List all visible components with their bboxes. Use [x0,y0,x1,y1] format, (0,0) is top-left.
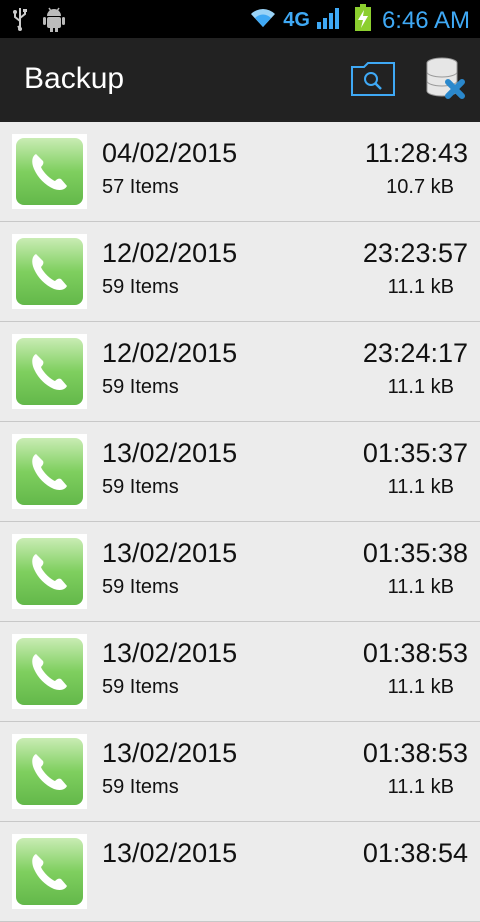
browse-folder-button[interactable] [348,56,398,106]
delete-database-icon [422,56,468,107]
backup-size: 11.1 kB [387,576,454,598]
android-debug-icon [42,6,66,37]
usb-icon [12,7,28,36]
backup-item-count: 57 Items [102,176,179,198]
phone-icon [12,834,87,909]
backup-row[interactable]: 13/02/2015 59 Items 01:35:37 11.1 kB [0,422,480,522]
backup-date: 13/02/2015 [102,438,238,468]
backup-size: 11.1 kB [387,276,454,298]
backup-time: 01:35:37 [362,438,468,468]
browse-folder-icon [350,61,396,102]
backup-size: 11.1 kB [387,476,454,498]
phone-icon [12,534,87,609]
backup-time: 01:35:38 [362,538,468,568]
phone-icon [12,134,87,209]
phone-icon [12,734,87,809]
backup-row[interactable]: 13/02/2015 59 Items 01:35:38 11.1 kB [0,522,480,622]
backup-row[interactable]: 04/02/2015 57 Items 11:28:43 10.7 kB [0,122,480,222]
backup-row[interactable]: 12/02/2015 59 Items 23:24:17 11.1 kB [0,322,480,422]
backup-item-count: 59 Items [102,376,179,398]
backup-date: 13/02/2015 [102,638,238,668]
phone-icon [12,234,87,309]
battery-charging-icon [354,4,372,37]
backup-size: 11.1 kB [387,676,454,698]
backup-time: 01:38:53 [362,638,468,668]
signal-icon [316,6,342,35]
backup-time: 23:24:17 [362,338,468,368]
backup-time: 11:28:43 [364,138,468,168]
backup-list: 04/02/2015 57 Items 11:28:43 10.7 kB 12/… [0,122,480,922]
network-type: 4G [283,9,310,31]
delete-backups-button[interactable] [420,56,470,106]
status-time: 6:46 AM [381,6,470,34]
action-bar: Backup [0,38,480,124]
backup-size: 11.1 kB [387,776,454,798]
backup-time: 23:23:57 [362,238,468,268]
phone-icon [12,334,87,409]
backup-time: 01:38:53 [362,738,468,768]
backup-date: 13/02/2015 [102,538,238,568]
backup-date: 04/02/2015 [102,138,238,168]
backup-row[interactable]: 12/02/2015 59 Items 23:23:57 11.1 kB [0,222,480,322]
page-title: Backup [24,62,125,95]
phone-icon [12,434,87,509]
backup-size: 10.7 kB [386,176,454,198]
backup-date: 12/02/2015 [102,338,238,368]
backup-item-count: 59 Items [102,476,179,498]
backup-item-count: 59 Items [102,276,179,298]
backup-item-count: 59 Items [102,676,179,698]
status-bar: 4G 6:46 AM [0,0,480,38]
backup-row[interactable]: 13/02/2015 01:38:54 [0,822,480,922]
backup-size: 11.1 kB [387,376,454,398]
phone-icon [12,634,87,709]
backup-date: 12/02/2015 [102,238,238,268]
wifi-icon [249,7,277,34]
backup-row[interactable]: 13/02/2015 59 Items 01:38:53 11.1 kB [0,622,480,722]
backup-item-count: 59 Items [102,576,179,598]
backup-item-count: 59 Items [102,776,179,798]
backup-date: 13/02/2015 [102,738,238,768]
backup-row[interactable]: 13/02/2015 59 Items 01:38:53 11.1 kB [0,722,480,822]
